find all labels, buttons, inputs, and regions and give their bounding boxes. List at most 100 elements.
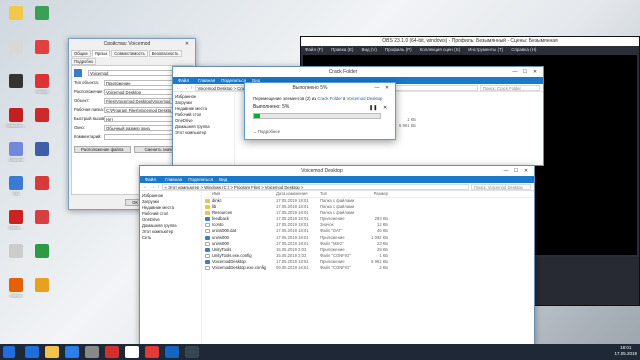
app-icon <box>9 176 23 190</box>
copy-progress-dialog: Выполнено 5% — ✕ Перемещение элементов (… <box>244 82 396 140</box>
search-input[interactable]: Поиск: Voicemod Desktop <box>471 183 531 190</box>
ribbon-file[interactable]: Файл <box>142 177 160 182</box>
up-icon[interactable]: ↑ <box>157 184 160 190</box>
close-icon[interactable]: ✕ <box>530 68 540 76</box>
cancel-icon[interactable]: ✕ <box>383 105 387 111</box>
ribbon-view[interactable]: Вид <box>219 177 227 182</box>
ribbon-file[interactable]: Файл <box>175 78 193 83</box>
col-type[interactable]: Тип <box>320 191 364 197</box>
source-link[interactable]: Crack Folder <box>317 96 342 101</box>
nav-item[interactable]: Сеть <box>142 235 199 241</box>
app-icon <box>35 210 49 224</box>
tab-general[interactable]: Общие <box>71 50 91 57</box>
desktop-icon-label: Yandex <box>35 89 49 94</box>
app-icon <box>9 74 23 88</box>
minimize-icon[interactable]: — <box>372 84 382 92</box>
open-location-button[interactable]: Расположение файла <box>74 146 131 153</box>
taskbar-app-icon[interactable] <box>85 346 99 358</box>
desktop-icon[interactable]: VM <box>4 176 28 196</box>
taskbar-app-icon[interactable] <box>185 346 199 358</box>
desktop-icon[interactable] <box>4 40 28 55</box>
search-input[interactable]: Поиск: Crack Folder <box>480 84 540 91</box>
obs-menu-item[interactable]: Файл (F) <box>305 46 323 53</box>
taskbar-app-icon[interactable] <box>65 346 79 358</box>
obs-menu-item[interactable]: Вид (V) <box>362 46 377 53</box>
property-label: Быстрый вызов: <box>74 116 104 121</box>
window-title: Voicemod Desktop <box>301 168 343 174</box>
desktop-icon[interactable] <box>4 74 28 89</box>
obs-menu-item[interactable]: Справка (H) <box>511 46 536 53</box>
forward-icon[interactable]: → <box>150 184 155 190</box>
desktop-icon[interactable] <box>30 108 54 123</box>
desktop-icon[interactable]: Firefox <box>4 278 28 298</box>
col-size[interactable]: Размер <box>364 191 388 197</box>
taskbar-app-icon[interactable] <box>125 346 139 358</box>
details-toggle[interactable]: ⌄ Подробнее <box>253 129 280 135</box>
obs-menu-item[interactable]: Правка (E) <box>331 46 353 53</box>
obs-menu-item[interactable]: Профиль (P) <box>385 46 412 53</box>
file-row[interactable]: VoicemodDesktop.exe.config 09.05.2019 16:… <box>204 265 534 271</box>
back-icon[interactable]: ← <box>176 85 181 91</box>
ribbon-home[interactable]: Главная <box>165 177 182 182</box>
obs-menu-item[interactable]: Инструменты (T) <box>468 46 503 53</box>
progress-fill <box>254 114 261 118</box>
taskbar-app-icon[interactable] <box>165 346 179 358</box>
maximize-icon[interactable]: ☐ <box>511 167 521 175</box>
destination-link[interactable]: Voicemod Desktop <box>347 96 383 101</box>
start-button[interactable] <box>3 346 15 358</box>
tab-compatibility[interactable]: Совместимость <box>111 50 148 57</box>
desktop-icon[interactable] <box>30 176 54 191</box>
col-date[interactable]: Дата изменения <box>276 191 320 197</box>
desktop-icon[interactable] <box>30 142 54 157</box>
up-icon[interactable]: ↑ <box>190 85 193 91</box>
forward-icon[interactable]: → <box>183 85 188 91</box>
close-icon[interactable]: ✕ <box>521 167 531 175</box>
tab-security[interactable]: Безопасность <box>148 50 182 57</box>
desktop-icon[interactable] <box>30 210 54 225</box>
taskbar-app-icon[interactable] <box>45 346 59 358</box>
desktop-icon[interactable] <box>30 40 54 55</box>
pause-icon[interactable]: ❚❚ <box>369 105 377 111</box>
desktop-icon[interactable] <box>4 6 28 21</box>
ribbon-home[interactable]: Главная <box>198 78 215 83</box>
taskbar-app-icon[interactable] <box>145 346 159 358</box>
tab-shortcut[interactable]: Ярлык <box>91 50 111 57</box>
folder-icon <box>205 211 210 216</box>
app-icon <box>35 108 49 122</box>
app-icon <box>205 217 210 222</box>
obs-menu-item[interactable]: Коллекция сцен (S) <box>420 46 461 53</box>
app-icon <box>205 259 210 264</box>
app-icon <box>35 142 49 156</box>
desktop-icon[interactable]: Game... <box>4 210 28 230</box>
desktop-icon[interactable] <box>30 278 54 293</box>
ribbon-share[interactable]: Поделиться <box>221 78 246 83</box>
maximize-icon[interactable]: ☐ <box>520 68 530 76</box>
back-icon[interactable]: ← <box>143 184 148 190</box>
file-type: Файл "CONFIG" <box>320 265 351 271</box>
app-icon <box>9 210 23 224</box>
address-bar[interactable]: « Этот компьютер > Windows (C:) > Progra… <box>161 183 469 190</box>
nav-item[interactable]: Этот компьютер <box>175 130 232 136</box>
close-icon[interactable]: ✕ <box>182 40 192 48</box>
properties-title: Свойства: Voicemod <box>103 41 151 47</box>
desktop-icon[interactable]: Discord <box>4 142 28 162</box>
tab-details[interactable]: Подробно <box>71 58 97 65</box>
clock[interactable]: 18:01 17.05.2019 <box>614 345 637 357</box>
navigation-pane: Избранное Загрузки Недавние места Рабочий с… <box>140 191 202 344</box>
minimize-icon[interactable]: — <box>510 68 520 76</box>
minimize-icon[interactable]: — <box>501 167 511 175</box>
desktop-icon[interactable]: Yandex <box>30 74 54 94</box>
file-size: 5 981 КБ <box>399 123 416 128</box>
close-icon[interactable]: ✕ <box>382 84 392 92</box>
folder-icon <box>205 205 210 210</box>
desktop-icon[interactable] <box>30 6 54 21</box>
taskbar-app-icon[interactable] <box>25 346 39 358</box>
col-name[interactable]: Имя <box>204 191 276 197</box>
desktop-icon[interactable]: Сменить... <box>4 108 28 128</box>
desktop-icon[interactable] <box>30 244 54 259</box>
property-label: Расположение: <box>74 89 104 94</box>
taskbar-app-icon[interactable] <box>105 346 119 358</box>
ribbon-share[interactable]: Поделиться <box>188 177 213 182</box>
desktop-icon[interactable] <box>4 244 28 259</box>
file-icon <box>205 229 210 234</box>
